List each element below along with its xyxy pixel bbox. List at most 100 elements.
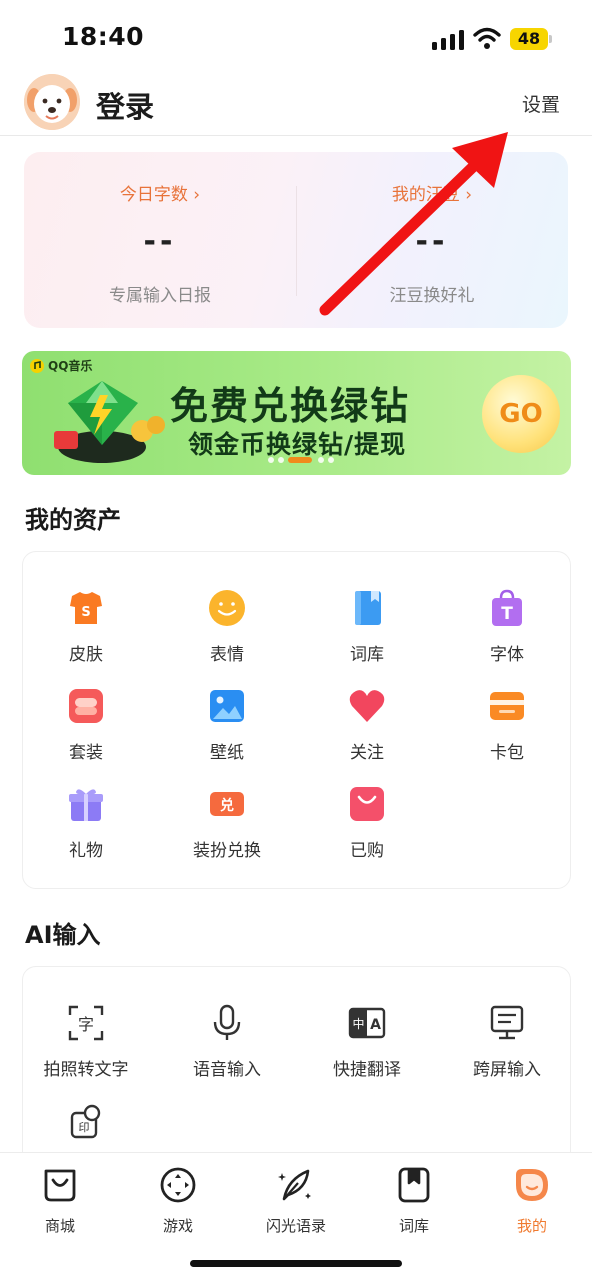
gamepad-icon <box>160 1167 196 1203</box>
my-points-value: -- <box>415 224 449 259</box>
asset-gift[interactable]: 礼物 <box>23 784 149 861</box>
ai-input-section-title: AI输入 <box>25 921 101 949</box>
home-indicator <box>190 1260 402 1267</box>
translate-icon: 中 A <box>348 1007 386 1039</box>
signal-icon <box>432 30 464 50</box>
nav-shop[interactable]: 商城 <box>10 1165 110 1236</box>
ai-photo-to-text[interactable]: 字 拍照转文字 <box>23 1003 149 1080</box>
svg-text:兑: 兑 <box>220 797 234 814</box>
nav-games[interactable]: 游戏 <box>128 1165 228 1236</box>
nav-shop-label: 商城 <box>44 1217 75 1235</box>
banner-title: 免费兑换绿钻 <box>170 384 411 428</box>
status-time: 18:40 <box>62 22 145 51</box>
my-points[interactable]: 我的汪豆 › -- 汪豆换好礼 <box>296 152 568 328</box>
asset-skin[interactable]: S 皮肤 <box>23 588 149 665</box>
my-points-title: 我的汪豆 › <box>391 185 473 205</box>
battery-icon: 48 <box>510 28 552 50</box>
nav-mine-label: 我的 <box>516 1217 547 1235</box>
nav-quotes-label: 闪光语录 <box>265 1217 326 1235</box>
settings-button[interactable]: 设置 <box>522 90 560 117</box>
asset-follow-label: 关注 <box>350 743 384 763</box>
asset-lexicon[interactable]: 词库 <box>304 588 430 665</box>
banner-go-button[interactable]: GO <box>482 375 560 453</box>
banner-brand: QQ音乐 <box>48 359 93 373</box>
gift-icon <box>69 789 103 821</box>
asset-follow[interactable]: 关注 <box>304 686 430 763</box>
exchange-icon: 兑 <box>210 792 244 816</box>
nav-games-label: 游戏 <box>162 1217 193 1235</box>
bookmark-book-icon <box>398 1167 430 1203</box>
asset-wallpaper-label: 壁纸 <box>210 743 244 763</box>
asset-purchased-label: 已购 <box>350 841 384 861</box>
status-bar: 18:40 48 <box>0 0 592 76</box>
asset-emoji-label: 表情 <box>210 645 244 665</box>
my-points-sub: 汪豆换好礼 <box>389 286 475 306</box>
asset-emoji[interactable]: 表情 <box>164 588 290 665</box>
profile-icon <box>516 1169 548 1201</box>
wallpaper-icon <box>210 690 244 722</box>
promo-banner[interactable]: QQ音乐 免费兑换绿钻 领金币换绿钻/提现 GO <box>22 351 571 475</box>
book-icon <box>355 591 381 625</box>
stats-card: 今日字数 › -- 专属输入日报 我的汪豆 › -- 汪豆换好礼 <box>24 152 568 328</box>
suit-icon <box>69 689 103 723</box>
daily-word-count-sub: 专属输入日报 <box>109 286 211 306</box>
daily-word-count-title: 今日字数 › <box>119 185 201 205</box>
ai-text-convert[interactable]: 印 <box>23 1103 149 1147</box>
card-wallet-icon <box>490 692 524 720</box>
heart-icon <box>349 690 385 722</box>
shop-bag-icon <box>44 1169 76 1202</box>
banner-pager <box>268 457 358 463</box>
cross-screen-icon <box>490 1005 524 1040</box>
avatar[interactable] <box>24 74 80 130</box>
ai-voice-input-label: 语音输入 <box>193 1060 261 1080</box>
wifi-icon <box>473 27 501 49</box>
svg-text:中: 中 <box>352 1016 364 1031</box>
nav-mine[interactable]: 我的 <box>482 1165 582 1236</box>
ai-voice-input[interactable]: 语音输入 <box>164 1003 290 1080</box>
banner-subtitle: 领金币换绿钻/提现 <box>188 430 407 459</box>
ai-photo-to-text-label: 拍照转文字 <box>43 1060 129 1080</box>
asset-card-wallet[interactable]: 卡包 <box>444 686 570 763</box>
nav-lexicon-label: 词库 <box>398 1217 429 1235</box>
asset-skin-label: 皮肤 <box>69 645 103 665</box>
ai-cross-screen-input-label: 跨屏输入 <box>473 1060 541 1080</box>
green-diamond-icon <box>54 381 165 463</box>
assets-grid: S 皮肤 表情 词库 T 字体 套装 壁纸 关注 卡包 礼物 兑 装扮兑换 已购 <box>22 551 571 889</box>
battery-level: 48 <box>510 28 548 50</box>
tshirt-icon: S <box>70 592 102 624</box>
profile-header: 登录 设置 <box>0 70 592 136</box>
asset-card-wallet-label: 卡包 <box>490 743 524 763</box>
microphone-icon <box>213 1004 241 1040</box>
asset-lexicon-label: 词库 <box>350 645 384 665</box>
asset-exchange[interactable]: 兑 装扮兑换 <box>164 784 290 861</box>
login-link[interactable]: 登录 <box>96 84 154 126</box>
svg-text:A: A <box>370 1017 381 1033</box>
feather-icon <box>278 1169 311 1201</box>
asset-suit[interactable]: 套装 <box>23 686 149 763</box>
nav-lexicon[interactable]: 词库 <box>364 1165 464 1236</box>
shopping-bag-icon <box>350 787 384 821</box>
photo-text-icon: 字 <box>68 1005 104 1041</box>
ai-quick-translate-label: 快捷翻译 <box>333 1060 401 1080</box>
assets-section-title: 我的资产 <box>25 506 121 534</box>
ai-cross-screen-input[interactable]: 跨屏输入 <box>444 1003 570 1080</box>
daily-word-count[interactable]: 今日字数 › -- 专属输入日报 <box>24 152 296 328</box>
asset-font-label: 字体 <box>490 645 524 665</box>
svg-text:字: 字 <box>78 1015 94 1034</box>
asset-suit-label: 套装 <box>69 743 103 763</box>
dog-mascot-icon <box>24 74 80 130</box>
smiley-icon <box>209 590 245 626</box>
nav-quotes[interactable]: 闪光语录 <box>246 1165 346 1236</box>
asset-font[interactable]: T 字体 <box>444 588 570 665</box>
asset-gift-label: 礼物 <box>69 841 103 861</box>
daily-word-count-value: -- <box>143 224 177 259</box>
svg-text:印: 印 <box>79 1121 90 1134</box>
qq-music-logo-icon <box>30 359 44 373</box>
asset-wallpaper[interactable]: 壁纸 <box>164 686 290 763</box>
asset-exchange-label: 装扮兑换 <box>193 841 261 861</box>
svg-text:S: S <box>81 605 90 620</box>
ai-quick-translate[interactable]: 中 A 快捷翻译 <box>304 1003 430 1080</box>
font-bag-icon: T <box>492 589 522 626</box>
svg-text:T: T <box>501 604 513 624</box>
asset-purchased[interactable]: 已购 <box>304 784 430 861</box>
